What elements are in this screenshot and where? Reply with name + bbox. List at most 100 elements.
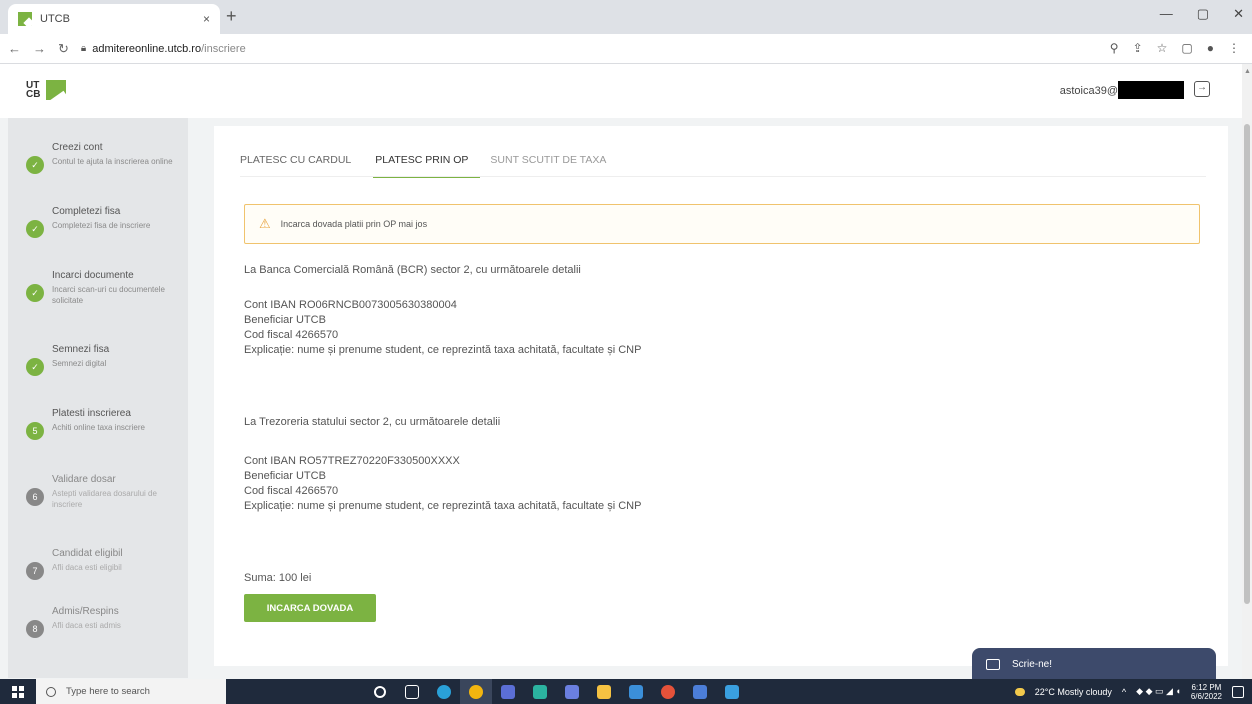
step-number-badge: 5 <box>26 422 44 440</box>
alert-text: Incarca dovada platii prin OP mai jos <box>280 219 428 229</box>
treasury-intro: La Trezoreria statului sector 2, cu urmă… <box>244 416 501 428</box>
step-number-badge: 7 <box>26 562 44 580</box>
step-desc: Contul te ajuta la inscrierea online <box>52 157 173 166</box>
utcb-logo[interactable]: UT CB <box>26 80 66 100</box>
step-validare-dosar: 6 Validare dosar Astepti validarea dosar… <box>8 458 188 518</box>
check-icon: ✓ <box>26 156 44 174</box>
app-icon-6[interactable] <box>716 679 748 704</box>
step-semnezi-fisa[interactable]: ✓ Semnezi fisa Semnezi digital <box>8 328 188 388</box>
step-incarci-documente[interactable]: ✓ Incarci documente Incarci scan-uri cu … <box>8 254 188 314</box>
taskbar-apps <box>364 679 748 704</box>
notification-icon[interactable] <box>1232 685 1244 698</box>
step-title: Semnezi fisa <box>52 344 110 355</box>
maximize-button[interactable]: ▢ <box>1197 6 1209 22</box>
chat-widget-button[interactable]: Scrie-ne! <box>972 648 1216 680</box>
step-title: Incarci documente <box>52 270 134 281</box>
clock-time: 6:12 PM <box>1191 682 1222 692</box>
payment-card: PLATESC CU CARDUL PLATESC PRIN OP SUNT S… <box>214 126 1228 666</box>
task-view-icon[interactable] <box>396 679 428 704</box>
tray-icons[interactable]: ◆ ◆ ▭ ◢ ◖ <box>1136 686 1181 697</box>
scrollbar-thumb[interactable] <box>1244 124 1250 604</box>
extension-icon[interactable]: ⚲ <box>1110 41 1119 55</box>
tray-chevron-icon[interactable]: ^ <box>1122 687 1126 697</box>
weather-text[interactable]: 22°C Mostly cloudy <box>1035 687 1112 697</box>
browser-tab[interactable]: UTCB × <box>8 4 220 34</box>
page-scrollbar[interactable]: ▲ <box>1242 64 1252 679</box>
store-icon[interactable] <box>620 679 652 704</box>
payment-sum: Suma: 100 lei <box>244 572 312 584</box>
address-bar: ← → ↻ 🔒︎ admitereonline.utcb.ro/inscrier… <box>0 34 1252 64</box>
payment-tabs: PLATESC CU CARDUL PLATESC PRIN OP SUNT S… <box>240 154 628 178</box>
step-desc: Astepti validarea dosarului de inscriere <box>52 489 157 509</box>
tab-title: UTCB <box>40 13 70 25</box>
warning-icon: ⚠ <box>259 216 271 231</box>
step-desc: Completezi fisa de inscriere <box>52 221 151 230</box>
upload-alert: ⚠ Incarca dovada platii prin OP mai jos <box>244 204 1200 244</box>
step-candidat-eligibil: 7 Candidat eligibil Afli daca esti eligi… <box>8 532 188 592</box>
edge-icon[interactable] <box>428 679 460 704</box>
step-platesti-inscrierea[interactable]: 5 Platesti inscrierea Achiti online taxa… <box>8 392 188 452</box>
menu-icon[interactable]: ⋮ <box>1228 41 1240 55</box>
app-icon-4[interactable] <box>652 679 684 704</box>
app-icon-3[interactable] <box>556 679 588 704</box>
bcr-intro: La Banca Comercială Română (BCR) sector … <box>244 264 581 276</box>
step-title: Admis/Respins <box>52 606 119 617</box>
bcr-beneficiary: Beneficiar UTCB <box>244 314 326 326</box>
treasury-beneficiary: Beneficiar UTCB <box>244 470 326 482</box>
file-explorer-icon[interactable] <box>588 679 620 704</box>
reload-icon[interactable]: ↻ <box>58 41 69 57</box>
app-icon-2[interactable] <box>524 679 556 704</box>
search-icon <box>46 686 56 697</box>
step-number-badge: 6 <box>26 488 44 506</box>
back-icon[interactable]: ← <box>8 41 21 56</box>
clock[interactable]: 6:12 PM 6/6/2022 <box>1191 683 1222 701</box>
share-icon[interactable]: ⇪ <box>1133 41 1143 55</box>
search-placeholder: Type here to search <box>66 686 150 697</box>
scroll-up-icon[interactable]: ▲ <box>1244 68 1251 75</box>
bcr-iban: Cont IBAN RO06RNCB0073005630380004 <box>244 299 457 311</box>
step-title: Platesti inscrierea <box>52 408 131 419</box>
chrome-icon[interactable] <box>460 679 492 704</box>
step-title: Completezi fisa <box>52 206 121 217</box>
app-icon-5[interactable] <box>684 679 716 704</box>
cortana-icon[interactable] <box>364 679 396 704</box>
tab-card-payment[interactable]: PLATESC CU CARDUL <box>240 154 363 178</box>
new-tab-button[interactable]: + <box>226 6 237 27</box>
step-title: Validare dosar <box>52 474 116 485</box>
treasury-iban: Cont IBAN RO57TREZ70220F330500XXXX <box>244 455 460 467</box>
windows-taskbar: Type here to search 22°C Mostly cloudy ^… <box>0 679 1252 704</box>
step-desc: Achiti online taxa inscriere <box>52 423 145 432</box>
step-creezi-cont[interactable]: ✓ Creezi cont Contul te ajuta la inscrie… <box>8 126 188 186</box>
favicon-icon <box>18 12 32 26</box>
url-field[interactable]: admitereonline.utcb.ro/inscriere <box>92 43 245 55</box>
taskbar-search[interactable]: Type here to search <box>36 679 226 704</box>
start-button[interactable] <box>0 679 36 704</box>
app-icon-1[interactable] <box>492 679 524 704</box>
step-title: Candidat eligibil <box>52 548 123 559</box>
treasury-details: Cont IBAN RO57TREZ70220F330500XXXX Benef… <box>244 454 641 514</box>
logo-mark-icon <box>46 80 66 100</box>
check-icon: ✓ <box>26 284 44 302</box>
close-window-button[interactable]: ✕ <box>1233 6 1244 22</box>
minimize-button[interactable]: — <box>1160 6 1173 22</box>
sidepanel-icon[interactable]: ▢ <box>1181 41 1192 55</box>
bcr-details: Cont IBAN RO06RNCB0073005630380004 Benef… <box>244 298 641 358</box>
system-tray: 22°C Mostly cloudy ^ ◆ ◆ ▭ ◢ ◖ 6:12 PM 6… <box>1014 679 1244 704</box>
upload-proof-button[interactable]: INCARCA DOVADA <box>244 594 376 622</box>
step-completezi-fisa[interactable]: ✓ Completezi fisa Completezi fisa de ins… <box>8 190 188 250</box>
bookmark-star-icon[interactable]: ☆ <box>1157 41 1168 55</box>
tab-op-payment[interactable]: PLATESC PRIN OP <box>373 154 481 178</box>
step-desc: Afli daca esti admis <box>52 621 121 630</box>
bcr-fiscal-code: Cod fiscal 4266570 <box>244 329 339 341</box>
logout-icon[interactable]: → <box>1194 81 1210 97</box>
browser-toolbar-icons: ⚲ ⇪ ☆ ▢ ● ⋮ <box>1110 41 1240 55</box>
chat-icon <box>986 658 1000 670</box>
tab-fee-exempt[interactable]: SUNT SCUTIT DE TAXA <box>490 154 618 178</box>
check-icon: ✓ <box>26 358 44 376</box>
bcr-explanation: Explicație: nume și prenume student, ce … <box>244 344 642 356</box>
url-path: /inscriere <box>201 42 246 55</box>
close-tab-icon[interactable]: × <box>203 12 210 26</box>
forward-icon[interactable]: → <box>33 41 46 56</box>
profile-icon[interactable]: ● <box>1207 41 1214 55</box>
step-desc: Incarci scan-uri cu documentele solicita… <box>52 285 165 305</box>
